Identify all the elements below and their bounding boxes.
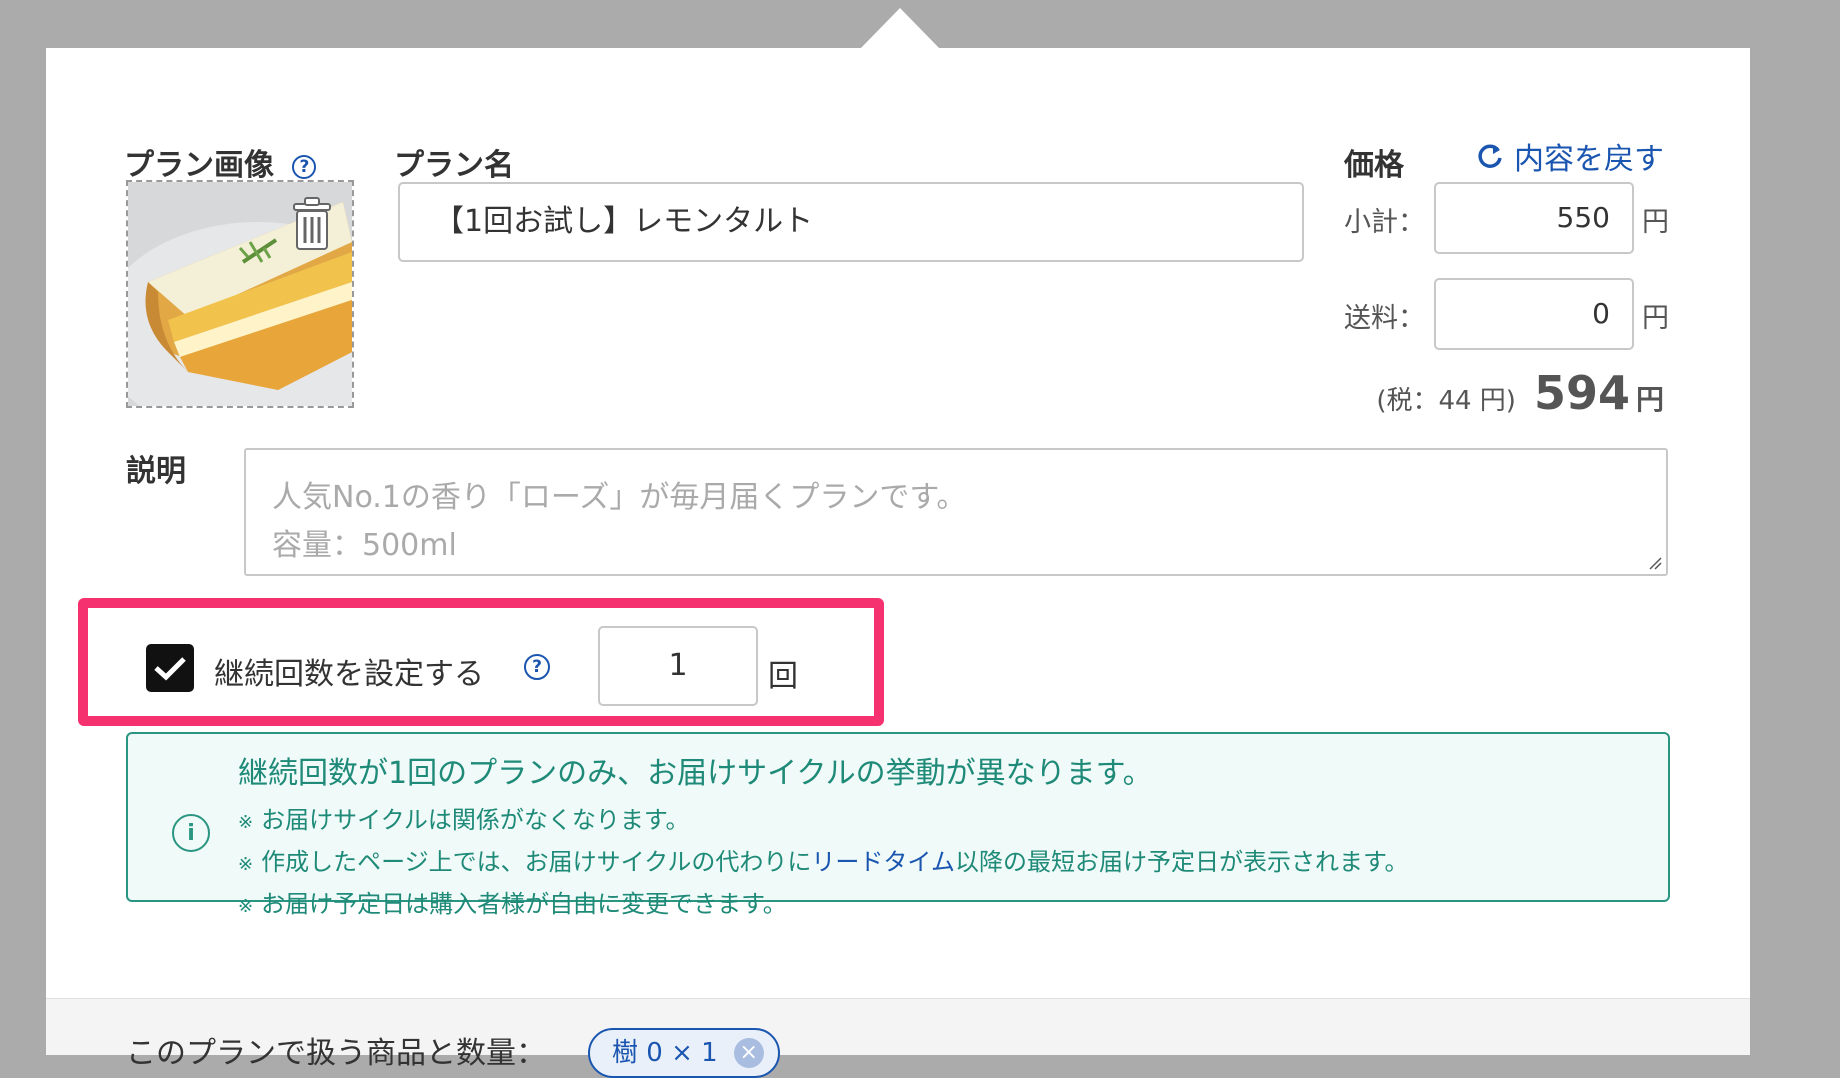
tax-note: (税：44 円) xyxy=(1376,386,1516,416)
revert-button[interactable]: 内容を戻す xyxy=(1476,134,1664,178)
note-mark: ※ xyxy=(238,896,254,917)
info-line-2-after: 以降の最短お届け予定日が表示されます。 xyxy=(954,848,1409,876)
close-icon[interactable]: × xyxy=(733,1038,764,1068)
plan-name-input[interactable]: 【1回お試し】レモンタルト xyxy=(398,182,1304,262)
description-placeholder-line2: 容量：500ml xyxy=(272,528,457,563)
description-label: 説明 xyxy=(126,454,186,489)
trash-icon[interactable] xyxy=(290,196,334,252)
shipping-input[interactable]: 0 xyxy=(1434,278,1634,350)
shipping-currency: 円 xyxy=(1642,303,1669,334)
lead-time-link[interactable]: リードタイム xyxy=(811,848,955,876)
description-textarea[interactable]: 人気No.1の香り「ローズ」が毎月届くプランです。 容量：500ml xyxy=(244,448,1668,576)
price-label: 価格 xyxy=(1344,148,1404,183)
popover-caret xyxy=(860,8,940,49)
subtotal-input[interactable]: 550 xyxy=(1434,182,1634,254)
continuation-label[interactable]: 継続回数を設定する xyxy=(214,649,484,693)
continuation-checkbox[interactable] xyxy=(146,644,194,692)
shipping-label: 送料： xyxy=(1344,303,1425,334)
continuation-count-input[interactable]: 1 xyxy=(598,626,758,706)
continuation-unit: 回 xyxy=(768,659,798,694)
description-placeholder-line1: 人気No.1の香り「ローズ」が毎月届くプランです。 xyxy=(272,480,967,515)
plan-image-label-row: プラン画像 ? xyxy=(124,140,317,184)
info-line-3: ※ お届け予定日は購入者様が自由に変更できます。 xyxy=(238,884,787,919)
info-icon: i xyxy=(172,814,210,852)
revert-label: 内容を戻す xyxy=(1514,142,1664,177)
help-icon[interactable]: ? xyxy=(524,654,550,680)
info-box: i 継続回数が1回のプランのみ、お届けサイクルの挙動が異なります。 ※ お届けサイ… xyxy=(126,732,1670,918)
plan-image[interactable] xyxy=(126,180,354,408)
product-chip[interactable]: 樹 0 × 1 × xyxy=(588,1028,780,1078)
note-mark: ※ xyxy=(238,854,254,875)
info-line-3-text: お届け予定日は購入者様が自由に変更できます。 xyxy=(261,890,787,918)
plan-edit-panel: 内容を戻す プラン画像 ? プラン名 【1回お試し】レモンタルト 価格 小計： … xyxy=(46,48,1750,1078)
note-mark: ※ xyxy=(238,812,254,833)
check-icon xyxy=(154,657,186,681)
total-value: 594 xyxy=(1533,366,1630,420)
info-line-2-before: 作成したページ上では、お届けサイクルの代わりに xyxy=(261,848,812,876)
subtotal-currency: 円 xyxy=(1642,207,1669,238)
products-label: このプランで扱う商品と数量： xyxy=(126,1036,546,1071)
info-line-2: ※ 作成したページ上では、お届けサイクルの代わりにリードタイム以降の最短お届け予定… xyxy=(238,842,1409,877)
product-chip-label: 樹 0 × 1 xyxy=(612,1038,718,1068)
total-currency: 円 xyxy=(1635,383,1664,416)
help-icon[interactable]: ? xyxy=(292,155,317,179)
refresh-icon xyxy=(1478,144,1502,168)
info-line-1: ※ お届けサイクルは関係がなくなります。 xyxy=(238,800,690,835)
plan-name-label: プラン名 xyxy=(394,148,514,183)
info-line-1-text: お届けサイクルは関係がなくなります。 xyxy=(261,806,690,834)
info-title: 継続回数が1回のプランのみ、お届けサイクルの挙動が異なります。 xyxy=(238,756,1153,791)
resize-grip-icon[interactable] xyxy=(1648,556,1662,570)
total-row: (税：44 円) 594 円 xyxy=(1376,366,1664,420)
plan-image-label: プラン画像 xyxy=(124,148,274,183)
subtotal-label: 小計： xyxy=(1344,207,1425,238)
